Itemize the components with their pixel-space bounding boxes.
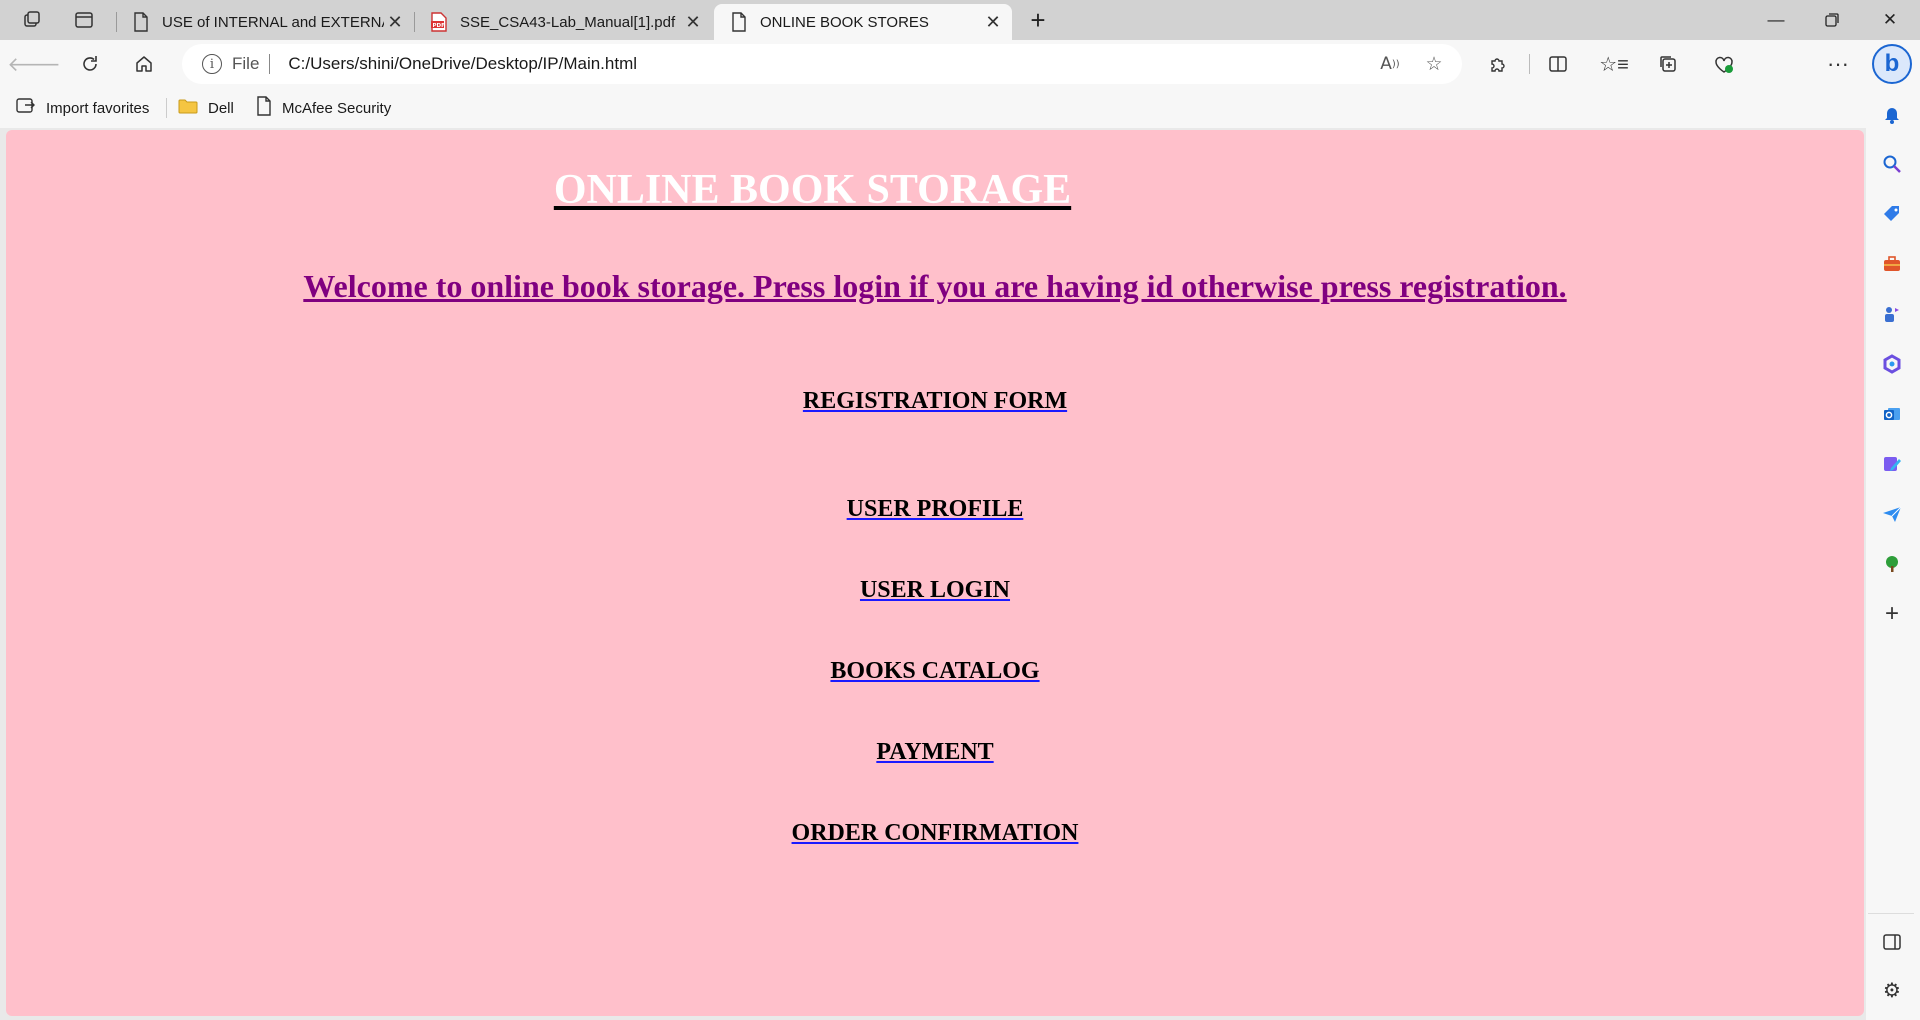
tools-briefcase-icon[interactable] <box>1872 244 1912 284</box>
favorites-icon[interactable]: ☆≡ <box>1596 48 1632 80</box>
page-viewport: ONLINE BOOK STORAGE Welcome to online bo… <box>6 130 1864 1016</box>
favorite-import[interactable]: Import favorites <box>16 96 149 120</box>
favorites-divider <box>166 98 167 118</box>
refresh-icon[interactable] <box>72 48 108 80</box>
browser-essentials-icon[interactable] <box>1706 48 1742 80</box>
tab-online-book-stores[interactable]: ONLINE BOOK STORES ✕ <box>714 4 1012 40</box>
tab-lab-manual-pdf[interactable]: PDF SSE_CSA43-Lab_Manual[1].pdf ✕ <box>414 4 712 40</box>
registration-form-link[interactable]: REGISTRATION FORM <box>6 388 1864 415</box>
split-screen-icon[interactable] <box>1540 48 1576 80</box>
page-icon <box>728 11 750 33</box>
search-icon[interactable] <box>1872 144 1912 184</box>
shopping-tag-icon[interactable] <box>1872 194 1912 234</box>
outlook-icon[interactable] <box>1872 394 1912 434</box>
designer-icon[interactable] <box>1872 444 1912 484</box>
user-login-link[interactable]: USER LOGIN <box>6 577 1864 604</box>
page-title: ONLINE BOOK STORAGE <box>553 167 1072 213</box>
books-catalog-link[interactable]: BOOKS CATALOG <box>6 658 1864 685</box>
tab-separator <box>414 12 415 32</box>
favorite-star-icon[interactable]: ☆ <box>1418 52 1450 76</box>
workspaces-icon[interactable] <box>14 6 50 34</box>
games-icon[interactable] <box>1872 294 1912 334</box>
close-window-icon[interactable]: ✕ <box>1862 0 1918 40</box>
welcome-message[interactable]: Welcome to online book storage. Press lo… <box>6 268 1864 305</box>
favorite-label: Import favorites <box>46 99 150 117</box>
new-tab-button[interactable]: + <box>1020 4 1056 36</box>
favorite-mcafee[interactable]: McAfee Security <box>256 95 392 121</box>
close-tab-icon[interactable]: ✕ <box>982 12 1004 33</box>
close-tab-icon[interactable]: ✕ <box>384 12 406 33</box>
tab-actions-icon[interactable] <box>66 6 102 34</box>
tab-separator <box>116 12 117 32</box>
microsoft-365-icon[interactable] <box>1872 344 1912 384</box>
browser-toolbar: 🡐 i File C:/Users/shini/OneDrive/Desktop… <box>0 40 1920 120</box>
favorite-dell[interactable]: Dell <box>178 96 234 120</box>
tab-internal-external[interactable]: USE of INTERNAL and EXTERNAL ✕ <box>116 4 414 40</box>
tab-strip: USE of INTERNAL and EXTERNAL ✕ PDF SSE_C… <box>0 0 1920 40</box>
import-icon <box>16 97 36 120</box>
notifications-bell-icon[interactable] <box>1872 94 1912 134</box>
order-confirmation-link[interactable]: ORDER CONFIRMATION <box>6 820 1864 847</box>
user-profile-link[interactable]: USER PROFILE <box>6 496 1864 523</box>
tab-title: USE of INTERNAL and EXTERNAL <box>162 13 384 31</box>
pdf-icon: PDF <box>428 11 450 33</box>
favorite-label: McAfee Security <box>282 99 392 117</box>
folder-icon <box>178 98 198 119</box>
sidebar-divider <box>1868 913 1914 914</box>
more-options-icon[interactable]: ··· <box>1820 48 1856 80</box>
minimize-icon[interactable]: — <box>1748 0 1804 40</box>
restore-icon[interactable] <box>1804 0 1860 40</box>
sidebar-settings-gear-icon[interactable]: ⚙ <box>1872 970 1912 1010</box>
address-scheme: File <box>232 54 260 73</box>
copilot-icon[interactable]: b <box>1872 44 1912 84</box>
tab-title: ONLINE BOOK STORES <box>760 13 929 31</box>
address-divider <box>269 54 271 74</box>
back-arrow-icon[interactable]: 🡐 <box>7 48 61 80</box>
send-paper-plane-icon[interactable] <box>1872 494 1912 534</box>
read-aloud-icon[interactable]: A)) <box>1374 52 1406 76</box>
tree-icon[interactable] <box>1872 544 1912 584</box>
site-info-icon[interactable]: i <box>202 54 222 74</box>
page-icon <box>256 95 272 121</box>
collections-icon[interactable] <box>1650 48 1686 80</box>
extensions-icon[interactable] <box>1480 48 1516 80</box>
close-tab-icon[interactable]: ✕ <box>682 12 704 33</box>
hide-sidebar-icon[interactable] <box>1872 922 1912 962</box>
home-icon[interactable] <box>126 48 162 80</box>
tab-title: SSE_CSA43-Lab_Manual[1].pdf <box>460 13 676 31</box>
payment-link[interactable]: PAYMENT <box>6 739 1864 766</box>
toolbar-divider <box>1529 54 1530 74</box>
page-icon <box>130 11 152 33</box>
favorite-label: Dell <box>208 99 234 117</box>
address-bar[interactable]: i File C:/Users/shini/OneDrive/Desktop/I… <box>182 44 1462 84</box>
favorites-bar: Import favorites Dell McAfee Security <box>0 88 1880 128</box>
svg-text:PDF: PDF <box>433 23 446 29</box>
add-sidebar-app-icon[interactable]: + <box>1872 594 1912 634</box>
address-url[interactable]: C:/Users/shini/OneDrive/Desktop/IP/Main.… <box>288 54 637 74</box>
